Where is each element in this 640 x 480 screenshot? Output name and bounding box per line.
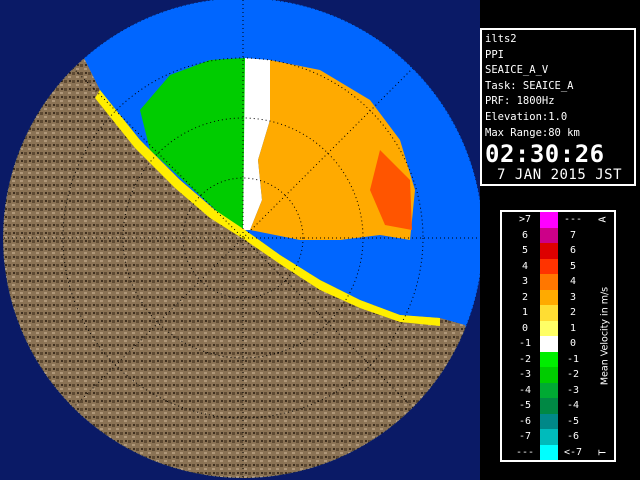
scale-label-right: -4 xyxy=(566,400,580,411)
scale-label-left: 1 xyxy=(521,307,529,318)
scale-title: Mean Velocity in m/s xyxy=(599,286,611,386)
scale-label-left: -1 xyxy=(518,338,532,349)
scale-swatch xyxy=(540,351,558,367)
scale-swatch xyxy=(540,444,558,460)
scale-title-bar: A Mean Velocity in m/s T xyxy=(596,212,614,460)
scale-swatch xyxy=(540,429,558,445)
scale-label-right: 2 xyxy=(569,307,577,318)
scale-swatch xyxy=(540,212,558,228)
scale-label-left: -5 xyxy=(518,400,532,411)
scale-label-left: --- xyxy=(515,446,535,458)
scale-label-left: 3 xyxy=(521,276,529,287)
scale-swatch xyxy=(540,413,558,429)
prf-value: PRF: 1800Hz xyxy=(485,95,555,108)
scale-label-right: -6 xyxy=(566,431,580,442)
scale-label-left: -6 xyxy=(518,415,532,427)
scale-label-right: 7 xyxy=(569,229,577,241)
scan-mode: PPI xyxy=(485,48,504,61)
scale-label-left: 4 xyxy=(521,260,529,272)
scale-label-right: 3 xyxy=(569,291,577,303)
scale-swatch xyxy=(540,274,558,290)
scale-label-left: -3 xyxy=(518,369,532,380)
radar-ppi-display[interactable] xyxy=(0,0,480,480)
scan-date: 7 JAN 2015 JST xyxy=(497,167,623,184)
scale-label-left: -2 xyxy=(518,353,532,365)
scale-label-right: --- xyxy=(563,214,583,225)
scale-label-left: -4 xyxy=(518,384,532,396)
scale-label-left: 6 xyxy=(521,229,529,241)
scale-label-right: 1 xyxy=(569,322,577,334)
scale-swatch xyxy=(540,336,558,352)
scale-label-right: -2 xyxy=(566,369,580,380)
product-name: SEAICE_A_V xyxy=(485,64,549,77)
scale-label-right: 0 xyxy=(569,338,577,349)
scale-swatch xyxy=(540,305,558,321)
scale-swatch xyxy=(540,320,558,336)
scale-label-left: 2 xyxy=(521,291,529,303)
scale-top-letter: A xyxy=(597,216,609,223)
scale-label-right: -3 xyxy=(566,384,580,396)
scale-label-right: <-7 xyxy=(563,446,583,458)
scale-swatch xyxy=(540,243,558,259)
scale-swatch xyxy=(540,258,558,274)
max-range-value: Max Range:80 km xyxy=(485,126,580,139)
scale-label-right: -1 xyxy=(566,353,580,365)
scale-label-right: 5 xyxy=(569,260,577,272)
scale-label-right: 4 xyxy=(569,276,577,287)
scale-label-right: 6 xyxy=(569,245,577,256)
scale-label-left: -7 xyxy=(518,431,532,442)
info-panel: ilts2 PPI SEAICE_A_V Task: SEAICE_A PRF:… xyxy=(480,28,636,186)
scale-label-left: 5 xyxy=(521,245,529,256)
scale-label-right: -5 xyxy=(566,415,580,427)
scale-bottom-letter: T xyxy=(597,449,609,456)
station-name: ilts2 xyxy=(485,33,517,45)
scale-swatch xyxy=(540,289,558,305)
scan-time: 02:30:26 xyxy=(485,140,605,169)
scale-swatch xyxy=(540,367,558,383)
scale-label-left: >7 xyxy=(518,214,532,225)
scale-swatch xyxy=(540,382,558,398)
elevation-value: Elevation:1.0 xyxy=(485,110,568,123)
scale-swatch xyxy=(540,398,558,414)
velocity-color-scale: >7 --- 6 7 5 6 4 5 3 4 2 3 1 2 0 1 -1 0 -2 -1 -3 -2 -4 -3 -5 -4 -6… xyxy=(500,210,616,462)
scale-label-left: 0 xyxy=(521,322,529,334)
task-name: Task: SEAICE_A xyxy=(485,79,574,92)
scale-swatch xyxy=(540,227,558,243)
